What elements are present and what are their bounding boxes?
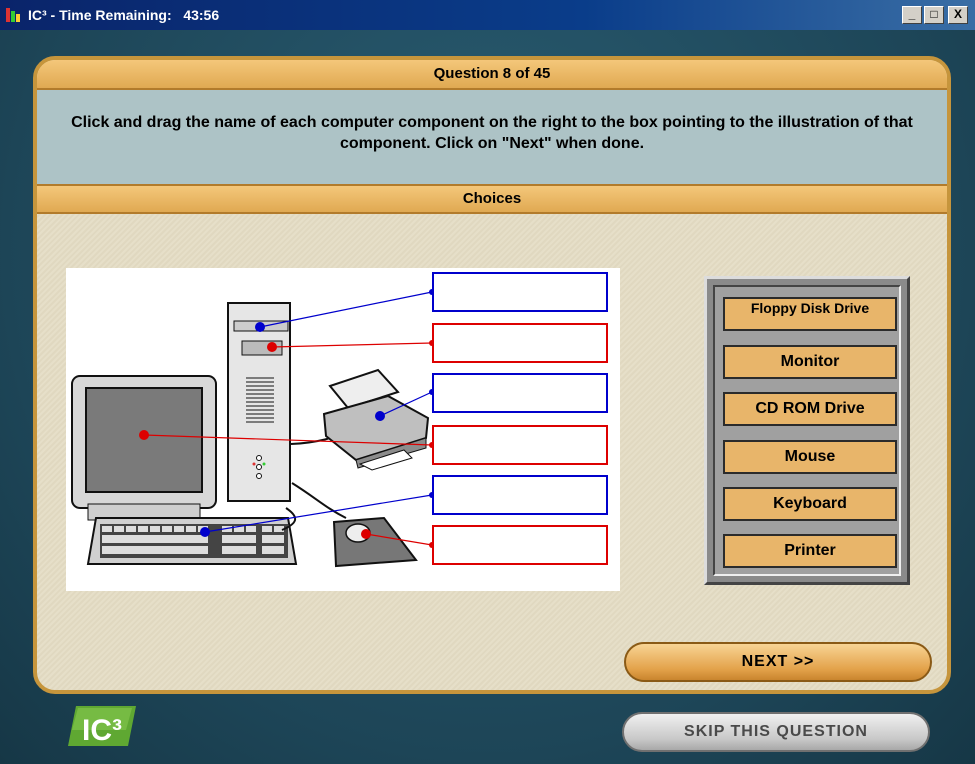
instructions-text: Click and drag the name of each computer… [71, 114, 913, 152]
choice-floppy-disk-drive[interactable]: Floppy Disk Drive [723, 297, 897, 331]
window-titlebar[interactable]: IC³ - Time Remaining: 43:56 _ □ X [0, 0, 975, 30]
choice-keyboard[interactable]: Keyboard [723, 487, 897, 521]
choices-header: Choices [37, 184, 947, 214]
choice-cd-rom-drive[interactable]: CD ROM Drive [723, 392, 897, 426]
choice-printer[interactable]: Printer [723, 534, 897, 568]
skip-question-button[interactable]: SKIP THIS QUESTION [622, 712, 930, 752]
window-title: IC³ - Time Remaining: 43:56 [28, 7, 220, 23]
maximize-button[interactable]: □ [924, 6, 944, 24]
choices-list: Floppy Disk Drive Monitor CD ROM Drive M… [704, 276, 910, 585]
choice-monitor[interactable]: Monitor [723, 345, 897, 379]
ic3-logo: IC³ [68, 706, 136, 747]
close-button[interactable]: X [948, 6, 968, 24]
drop-target-mouse[interactable] [432, 525, 608, 565]
logo-text: IC³ [82, 714, 122, 747]
computer-illustration [66, 268, 620, 591]
app-icon [6, 8, 20, 22]
drop-target-floppy[interactable] [432, 272, 608, 312]
drop-target-cdrom[interactable] [432, 323, 608, 363]
drop-target-keyboard[interactable] [432, 475, 608, 515]
minimize-button[interactable]: _ [902, 6, 922, 24]
drop-target-printer[interactable] [432, 373, 608, 413]
drop-target-monitor[interactable] [432, 425, 608, 465]
question-number: Question 8 of 45 [37, 60, 947, 90]
choice-mouse[interactable]: Mouse [723, 440, 897, 474]
next-button[interactable]: NEXT >> [624, 642, 932, 682]
instructions-box: Click and drag the name of each computer… [37, 90, 947, 184]
